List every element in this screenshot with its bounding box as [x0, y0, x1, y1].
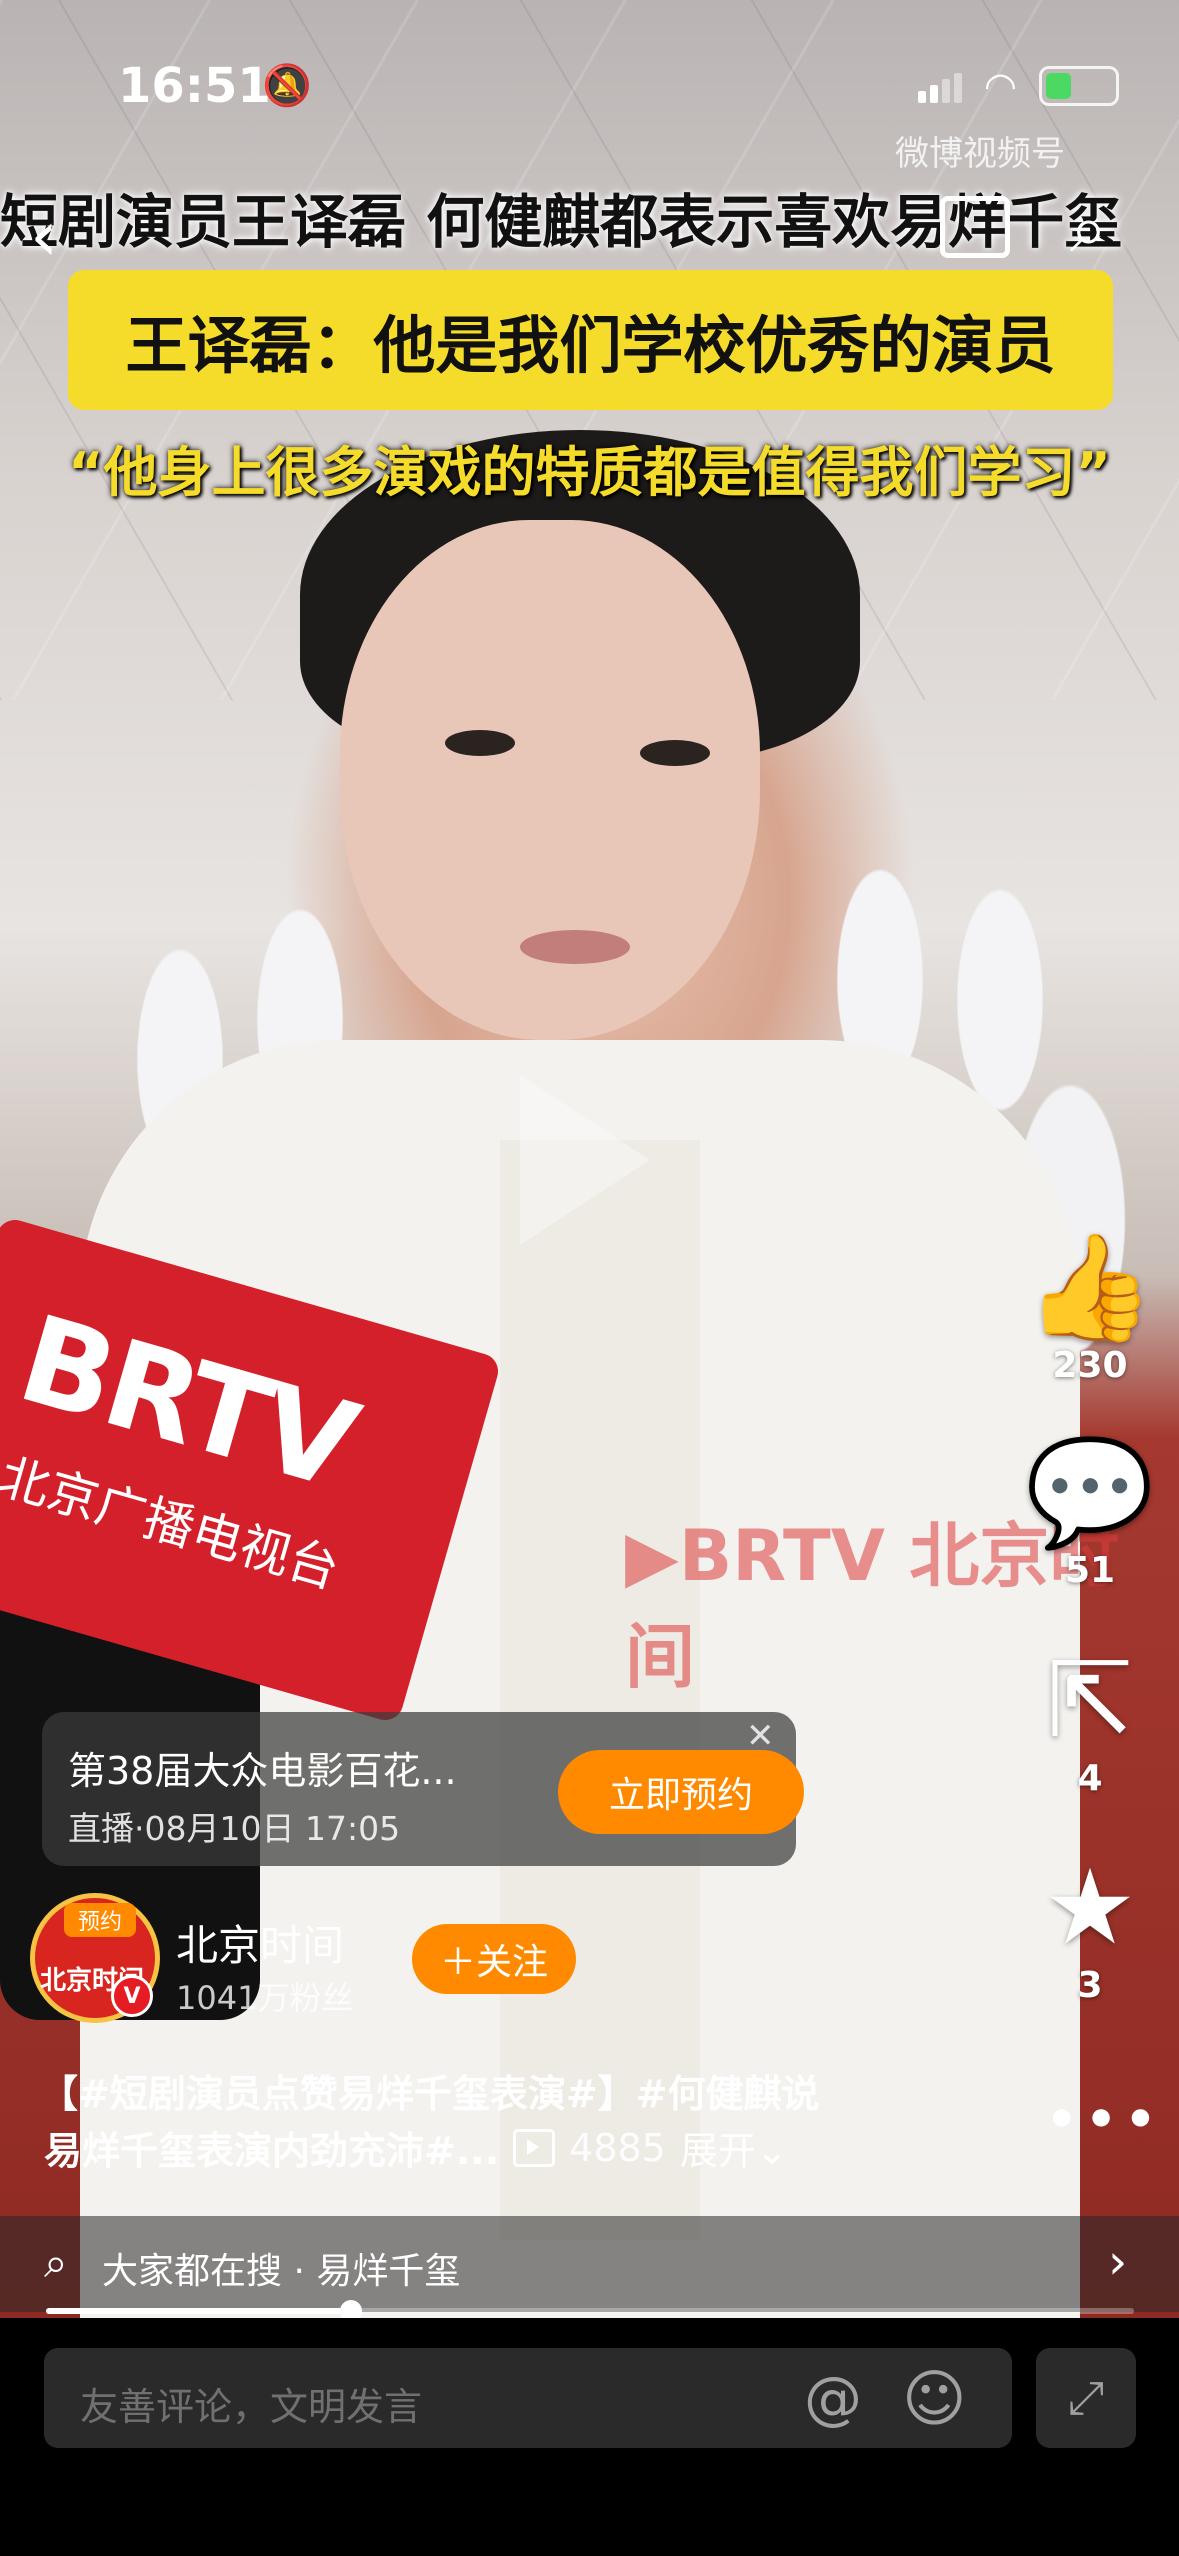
- trending-search-text: 大家都在搜 · 易烊千玺: [102, 2251, 461, 2292]
- right-eye: [640, 740, 710, 766]
- live-reservation-card[interactable]: 第38届大众电影百花... 直播·08月10日 17:05 立即预约 ✕: [42, 1712, 804, 1866]
- comment-bubble-icon: 💬: [1025, 1431, 1155, 1553]
- comment-placeholder: 友善评论，文明发言: [80, 2385, 423, 2429]
- wifi-icon: ◠: [983, 64, 1017, 108]
- trending-search-bar[interactable]: ⌕ 大家都在搜 · 易烊千玺 ›: [0, 2216, 1179, 2312]
- share-count: 4: [1077, 1758, 1103, 1799]
- comment-input[interactable]: 友善评论，文明发言 @ ☺: [44, 2348, 1012, 2448]
- status-bar: 16:51 🔕 ◠: [0, 0, 1179, 150]
- reserve-button[interactable]: 立即预约: [558, 1750, 804, 1834]
- account-name[interactable]: 北京时间: [176, 1912, 344, 1973]
- chevron-right-icon: ›: [1108, 2234, 1128, 2290]
- video-progress-bar[interactable]: [46, 2300, 1134, 2322]
- caption-line-2[interactable]: 易烊千玺表演内劲充沛#... 4885 展开⌄: [44, 2120, 788, 2175]
- like-count: 230: [1052, 1345, 1128, 1386]
- progress-fill: [46, 2308, 351, 2314]
- view-count: 4885: [569, 2125, 666, 2170]
- verified-badge: V: [111, 1975, 153, 2017]
- chevron-left-icon[interactable]: ‹: [30, 195, 58, 277]
- share-icon: ⇱: [1046, 1639, 1134, 1761]
- status-time: 16:51: [118, 58, 271, 114]
- follow-button[interactable]: ＋关注: [412, 1924, 576, 1994]
- subtitle-box: 王译磊：他是我们学校优秀的演员: [68, 270, 1113, 410]
- more-options-icon[interactable]: •••: [1044, 2085, 1162, 2155]
- status-icons: ◠: [917, 64, 1119, 108]
- star-icon: ★: [1043, 1846, 1137, 1968]
- picture-in-picture-icon[interactable]: [940, 196, 1010, 258]
- left-eye: [445, 730, 515, 756]
- promo-title: 第38届大众电影百花...: [68, 1749, 457, 1793]
- play-count-icon: [513, 2128, 556, 2167]
- battery-level: [1046, 73, 1072, 99]
- thumbs-up-icon: 👍: [1025, 1226, 1155, 1348]
- lips: [520, 930, 630, 964]
- expand-caption-link[interactable]: 展开⌄: [680, 2120, 788, 2175]
- comment-button[interactable]: 💬 51: [1025, 1440, 1155, 1591]
- follower-count: 1041万粉丝: [176, 1979, 354, 2017]
- avatar-reserve-tag: 预约: [64, 1903, 136, 1937]
- silent-bell-icon: 🔕: [262, 63, 312, 109]
- battery-icon: [1039, 66, 1119, 106]
- emoji-icon[interactable]: ☺: [902, 2362, 967, 2435]
- search-icon[interactable]: ⌕: [1070, 190, 1107, 269]
- favorite-count: 3: [1077, 1965, 1103, 2006]
- favorite-button[interactable]: ★ 3: [1025, 1855, 1155, 2006]
- like-button[interactable]: 👍 230: [1025, 1235, 1155, 1386]
- comment-bar: 友善评论，文明发言 @ ☺ ⤢: [0, 2318, 1179, 2556]
- search-icon: ⌕: [44, 2238, 68, 2287]
- caption-line-1[interactable]: 【#短剧演员点赞易烊千玺表演#】#何健麒说: [40, 2063, 820, 2118]
- promo-subtitle: 直播·08月10日 17:05: [68, 1809, 401, 1848]
- subtitle-quote: “他身上很多演戏的特质都是值得我们学习”: [68, 441, 1111, 504]
- close-icon[interactable]: ✕: [746, 1716, 775, 1756]
- cellular-signal-icon: [917, 69, 962, 103]
- at-mention-icon[interactable]: @: [804, 2364, 862, 2432]
- share-button[interactable]: ⇱ 4: [1025, 1648, 1155, 1799]
- play-icon[interactable]: [520, 1075, 650, 1245]
- caption-text: 易烊千玺表演内劲充沛#...: [44, 2129, 500, 2173]
- expand-icon[interactable]: ⤢: [1036, 2348, 1136, 2448]
- comment-count: 51: [1064, 1550, 1116, 1591]
